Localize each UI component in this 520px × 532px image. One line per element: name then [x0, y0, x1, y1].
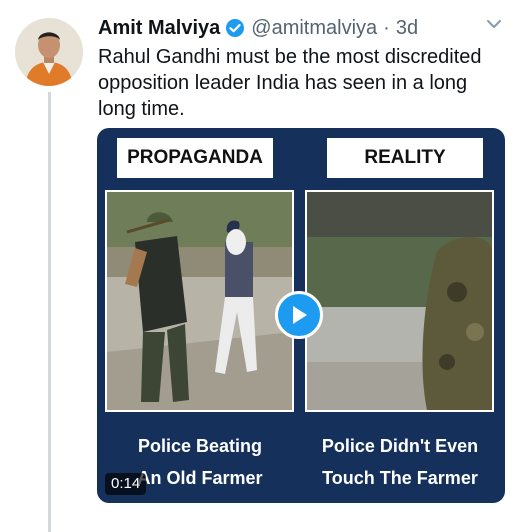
- play-button[interactable]: [275, 291, 323, 339]
- right-caption-line2: Touch The Farmer: [322, 468, 478, 488]
- tweet-header: Amit Malviya @amitmalviya · 3d: [98, 12, 520, 44]
- thread-line: [48, 92, 51, 532]
- tweet-time[interactable]: 3d: [396, 17, 418, 40]
- reality-label: REALITY: [327, 138, 483, 178]
- author-handle[interactable]: @amitmalviya: [251, 17, 377, 40]
- right-caption-line1: Police Didn't Even: [321, 436, 479, 456]
- media-card[interactable]: PROPAGANDA REALITY Police Beating An Old…: [97, 128, 505, 503]
- play-icon: [293, 306, 307, 324]
- right-photo: [305, 190, 494, 412]
- verified-badge-icon: [225, 18, 245, 38]
- chevron-down-icon[interactable]: [484, 14, 504, 39]
- left-caption-line1: Police Beating: [137, 436, 263, 456]
- avatar[interactable]: [15, 18, 83, 86]
- right-caption: Police Didn't Even Touch The Farmer: [305, 430, 495, 494]
- left-photo: [105, 190, 294, 412]
- separator-dot: ·: [383, 16, 390, 39]
- avatar-image: [15, 18, 83, 86]
- video-duration: 0:14: [105, 473, 147, 495]
- propaganda-label: PROPAGANDA: [117, 138, 273, 178]
- tweet-text: Rahul Gandhi must be the most discredite…: [98, 46, 482, 120]
- author-name[interactable]: Amit Malviya: [98, 17, 220, 40]
